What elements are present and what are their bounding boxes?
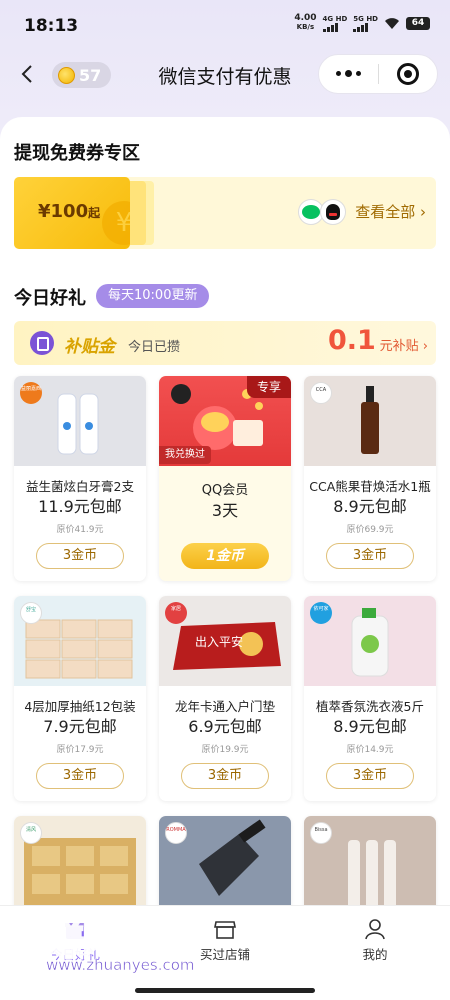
redeem-button[interactable]: 3金币 — [36, 543, 124, 569]
product-card[interactable]: 出入平安 家居 龙年卡通入户门垫 6.9元包邮 原价19.9元 3金币 — [159, 596, 291, 801]
brand-tag: CCA — [310, 382, 332, 404]
product-price: 7.9元包邮 — [43, 717, 117, 736]
subsidy-wallet-icon — [30, 331, 54, 355]
product-image: 舒宝 — [14, 596, 146, 686]
product-original-price: 原价14.9元 — [346, 745, 394, 755]
product-original-price: 原价69.9元 — [346, 525, 394, 535]
nav-bar: 57 微信支付有优惠 — [0, 52, 450, 96]
home-indicator[interactable] — [135, 988, 315, 993]
close-miniprogram-button[interactable] — [378, 63, 437, 85]
coupon-stack: ¥100起 ¥ — [14, 177, 159, 249]
gift-icon — [65, 923, 85, 939]
net-speed: 4.00 KB/s — [294, 14, 316, 32]
status-icons: 4.00 KB/s 4G HD 5G HD 64 — [294, 14, 430, 32]
product-image: 专享 我兑换过 — [159, 376, 291, 466]
product-card[interactable]: 依可家 植萃香氛洗衣液5斤 8.9元包邮 原价14.9元 3金币 — [304, 596, 436, 801]
main-panel: 提现免费券专区 ¥100起 ¥ 查看全部 › 今日好礼 每天10:00更新 补贴… — [0, 117, 450, 1000]
product-card-qq-vip[interactable]: 专享 我兑换过 QQ会员 3天 1金币 — [159, 376, 291, 581]
subsidy-today-label: 今日已攒 — [128, 340, 181, 355]
brand-tag: ROMMA — [165, 822, 187, 844]
subsidy-unit-link[interactable]: 元补贴 › — [380, 335, 428, 354]
tab-mine[interactable]: 我的 — [300, 916, 450, 963]
yen-icon: ¥ — [102, 201, 130, 245]
signal-5g: 5G HD — [353, 15, 378, 32]
product-image: 出入平安 家居 — [159, 596, 291, 686]
brand-tag: Bissa — [310, 822, 332, 844]
target-icon — [396, 63, 419, 85]
signal-5g-label: 5G HD — [353, 14, 378, 23]
update-time-badge: 每天10:00更新 — [96, 284, 210, 308]
product-original-price: 原价41.9元 — [56, 525, 104, 535]
coupon-amount: ¥100起 — [38, 201, 101, 222]
product-original-price: 原价19.9元 — [201, 745, 249, 755]
product-card[interactable]: CCA CCA熊果苷焕活水1瓶 8.9元包邮 原价69.9元 3金币 — [304, 376, 436, 581]
redeem-button[interactable]: 3金币 — [326, 543, 414, 569]
product-name: QQ会员 — [201, 483, 249, 498]
product-image: 清风 — [14, 816, 146, 916]
signal-bars-icon — [322, 22, 338, 32]
product-image: CCA — [304, 376, 436, 466]
bottom-tab-bar: 今日好礼 买过店铺 我的 — [0, 905, 450, 1000]
redeem-button[interactable]: 3金币 — [181, 763, 269, 789]
status-bar: 18:13 4.00 KB/s 4G HD 5G HD 64 — [0, 0, 450, 44]
more-icon[interactable] — [319, 70, 378, 77]
signal-4g-label: 4G HD — [322, 14, 348, 23]
redeem-button[interactable]: 3金币 — [326, 763, 414, 789]
product-price: 8.9元包邮 — [333, 717, 407, 736]
status-time: 18:13 — [24, 16, 79, 36]
product-original-price: 原价17.9元 — [56, 745, 104, 755]
user-icon — [365, 919, 385, 940]
product-price: 11.9元包邮 — [38, 497, 122, 516]
subsidy-name: 补贴金 — [64, 337, 115, 357]
tab-label: 买过店铺 — [199, 947, 250, 962]
shop-icon — [214, 921, 236, 939]
brand-tag: 益丽嘉西 — [20, 382, 42, 404]
tab-today-gift[interactable]: 今日好礼 — [0, 916, 150, 963]
product-card[interactable]: 舒宝 4层加厚抽纸12包装 7.9元包邮 原价17.9元 3金币 — [14, 596, 146, 801]
redeem-button[interactable]: 3金币 — [36, 763, 124, 789]
product-price: 3天 — [211, 501, 239, 520]
net-speed-unit: KB/s — [296, 23, 315, 31]
product-image: Bissa — [304, 816, 436, 916]
wifi-icon — [385, 17, 399, 29]
mat-print-text: 出入平安 — [195, 634, 243, 649]
product-card[interactable]: ROMMA — [159, 816, 291, 916]
brand-tag: 依可家 — [310, 602, 332, 624]
withdraw-section-title: 提现免费券专区 — [14, 143, 140, 164]
tab-label: 今日好礼 — [49, 947, 100, 962]
brand-tag: 清风 — [20, 822, 42, 844]
subsidy-bar[interactable]: 补贴金 今日已攒 0.1 元补贴 › — [14, 321, 436, 365]
product-card[interactable]: 清风 — [14, 816, 146, 916]
tab-bought-shops[interactable]: 买过店铺 — [150, 916, 300, 963]
product-card[interactable]: 益丽嘉西 益生菌炫白牙膏2支 11.9元包邮 原价41.9元 3金币 — [14, 376, 146, 581]
subsidy-amount: 0.1 — [328, 325, 376, 356]
signal-bars-icon — [353, 22, 369, 32]
product-card[interactable]: Bissa — [304, 816, 436, 916]
coupon-front: ¥100起 ¥ — [14, 177, 130, 249]
product-image: ROMMA — [159, 816, 291, 916]
signal-4g: 4G HD — [322, 14, 348, 32]
redeemed-badge: 我兑换过 — [159, 446, 211, 464]
product-price: 8.9元包邮 — [333, 497, 407, 516]
view-all-link[interactable]: 查看全部 › — [355, 201, 426, 222]
exclusive-badge: 专享 — [247, 376, 291, 398]
battery-level: 64 — [411, 18, 425, 28]
miniprogram-capsule — [318, 54, 438, 94]
redeem-button[interactable]: 1金币 — [181, 543, 269, 569]
product-image: 依可家 — [304, 596, 436, 686]
tab-label: 我的 — [362, 947, 388, 962]
net-speed-value: 4.00 — [294, 13, 317, 23]
brand-tag: 舒宝 — [20, 602, 42, 624]
battery-icon: 64 — [406, 16, 430, 30]
brand-tag: 家居 — [165, 602, 187, 624]
product-image: 益丽嘉西 — [14, 376, 146, 466]
withdraw-coupon-banner[interactable]: ¥100起 ¥ 查看全部 › — [14, 177, 436, 249]
qq-icon — [320, 199, 346, 225]
today-section-title: 今日好礼 — [14, 288, 86, 309]
product-price: 6.9元包邮 — [188, 717, 262, 736]
